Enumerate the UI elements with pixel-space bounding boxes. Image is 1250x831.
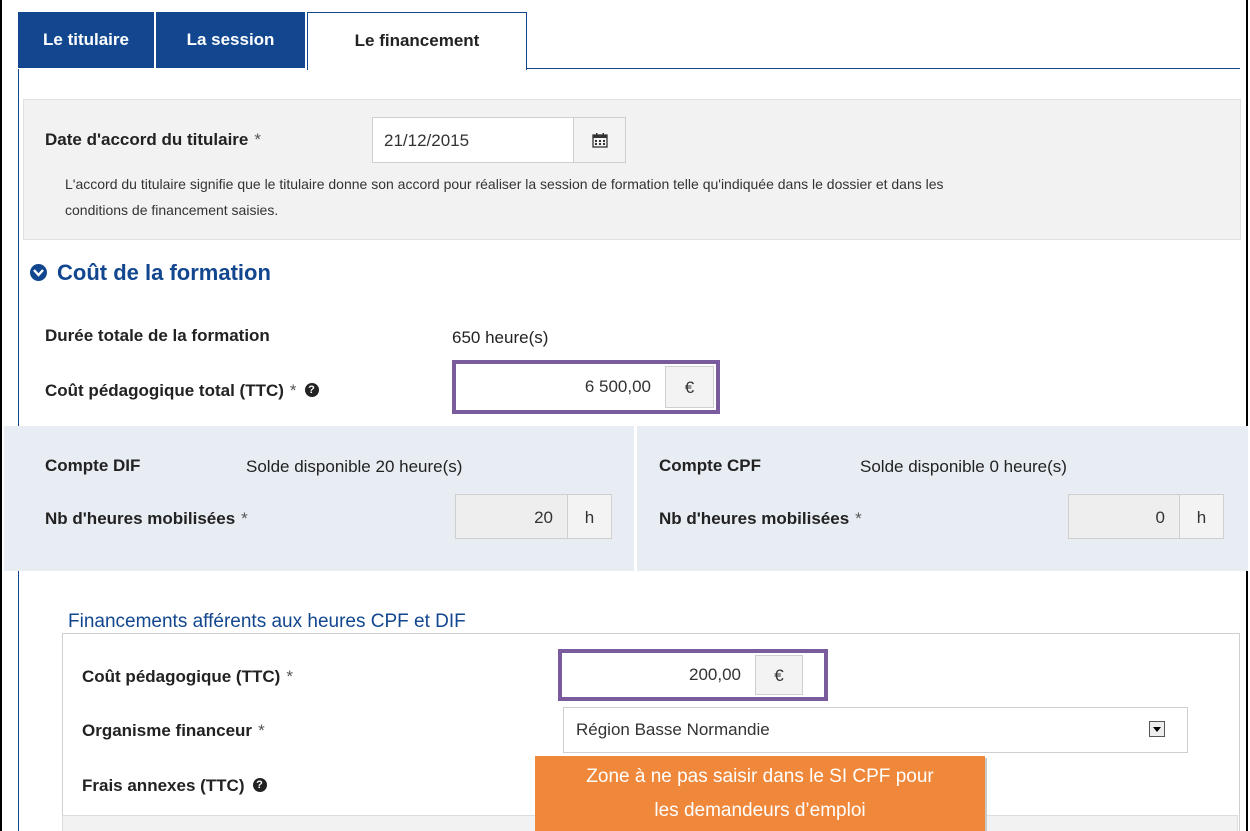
dif-nb-label-text: Nb d'heures mobilisées [45, 509, 236, 528]
comptes-divider [634, 426, 637, 571]
currency-addon: € [665, 366, 714, 408]
dif-label: Compte DIF [45, 456, 141, 475]
cout-total-label-text: Coût pédagogique total (TTC) [45, 381, 284, 400]
accord-label-text: Date d'accord du titulaire [45, 130, 249, 149]
required-mark: * [258, 721, 265, 740]
organisme-label: Organisme financeur * [82, 721, 265, 741]
organisme-select[interactable]: Région Basse Normandie [563, 707, 1188, 753]
chevron-down-icon[interactable] [1149, 721, 1165, 737]
dif-unit-addon: h [567, 494, 612, 539]
organisme-label-text: Organisme financeur [82, 721, 253, 740]
dif-solde: Solde disponible 20 heure(s) [246, 457, 463, 476]
cout-peda-input[interactable]: 200,00 [564, 655, 755, 695]
tab-titulaire[interactable]: Le titulaire [18, 12, 154, 68]
dif-hours-input[interactable]: 20 [455, 494, 568, 539]
frais-label: Frais annexes (TTC)? [82, 776, 267, 796]
financements-title: Financements afférents aux heures CPF et… [68, 611, 466, 632]
calendar-button[interactable] [573, 117, 626, 163]
cpf-label: Compte CPF [659, 456, 761, 475]
tab-bar: Le titulaire La session Le financement [18, 12, 1240, 70]
cout-total-label: Coût pédagogique total (TTC) *? [45, 381, 319, 401]
callout-line2: les demandeurs d’emploi [654, 800, 866, 821]
required-mark: * [855, 509, 862, 528]
duree-value: 650 heure(s) [452, 328, 549, 347]
tab-financement[interactable]: Le financement [307, 12, 527, 70]
required-mark: * [286, 667, 293, 686]
frame-border-left [0, 0, 2, 831]
accord-help-line2: conditions de financement saisies. [65, 202, 279, 218]
chevron-down-circle-icon [30, 263, 47, 281]
currency-addon: € [755, 655, 803, 695]
frais-label-text: Frais annexes (TTC) [82, 776, 245, 795]
cpf-unit-addon: h [1179, 494, 1224, 539]
question-circle-icon[interactable]: ? [252, 777, 267, 792]
section-cout-formation[interactable]: Coût de la formation [30, 260, 271, 286]
cout-peda-label: Coût pédagogique (TTC) * [82, 667, 293, 687]
section-title-text: Coût de la formation [57, 260, 271, 285]
cout-peda-label-text: Coût pédagogique (TTC) [82, 667, 281, 686]
question-circle-icon[interactable]: ? [304, 382, 319, 397]
cpf-solde: Solde disponible 0 heure(s) [860, 457, 1067, 476]
cpf-nb-label: Nb d'heures mobilisées * [659, 509, 862, 529]
organisme-selected-value: Région Basse Normandie [576, 720, 770, 739]
required-mark: * [241, 509, 248, 528]
accord-label: Date d'accord du titulaire * [45, 130, 261, 150]
callout-line1: Zone à ne pas saisir dans le SI CPF pour [586, 766, 934, 787]
frame-border-right [1246, 0, 1248, 831]
calendar-icon [591, 133, 608, 148]
annotation-callout: Zone à ne pas saisir dans le SI CPF pour… [535, 756, 985, 831]
cout-total-input[interactable]: 6 500,00 [458, 366, 665, 408]
cpf-hours-input[interactable]: 0 [1068, 494, 1180, 539]
accord-help-line1: L'accord du titulaire signifie que le ti… [65, 176, 944, 192]
comptes-panel [4, 426, 1248, 571]
cpf-nb-label-text: Nb d'heures mobilisées [659, 509, 850, 528]
dif-nb-label: Nb d'heures mobilisées * [45, 509, 248, 529]
accord-date-input[interactable]: 21/12/2015 [372, 117, 574, 163]
tab-session[interactable]: La session [156, 12, 305, 68]
duree-label: Durée totale de la formation [45, 326, 270, 345]
required-mark: * [289, 381, 297, 400]
required-mark: * [254, 130, 261, 149]
tab-bar-underline [526, 68, 1240, 69]
